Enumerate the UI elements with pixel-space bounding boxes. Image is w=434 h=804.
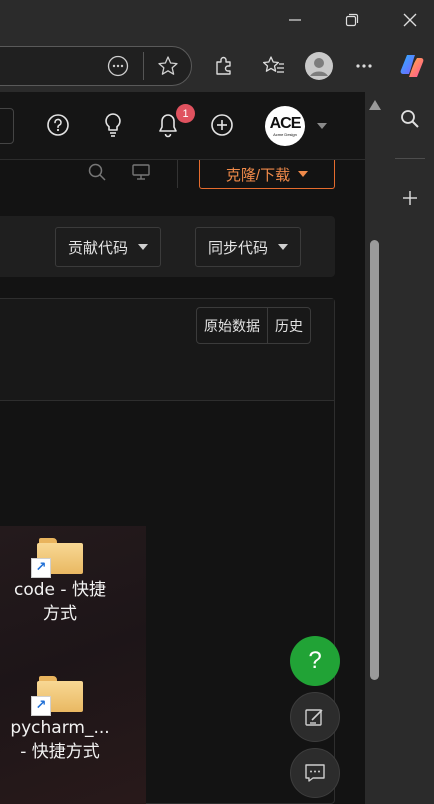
chat-icon	[305, 764, 325, 782]
file-viewer-header: 原始数据 历史	[0, 299, 334, 401]
help-fab-button[interactable]: ?	[290, 636, 340, 686]
favorites-icon[interactable]	[257, 49, 291, 83]
profile-icon[interactable]	[302, 49, 336, 83]
site-search-input[interactable]	[0, 108, 14, 144]
desktop-shortcut-pycharm: ↗ pycharm_... - 快捷方式	[0, 676, 120, 764]
browser-toolbar	[0, 40, 434, 92]
scrollbar-thumb[interactable]	[370, 240, 379, 680]
desktop-screenshot-image: ↗ code - 快捷 方式 ↗ pycharm_... - 快捷方式	[0, 526, 146, 804]
shortcut-label-line2: 方式	[43, 604, 77, 624]
chevron-down-icon	[278, 244, 289, 250]
add-icon[interactable]	[207, 110, 237, 140]
sync-code-button[interactable]: 同步代码	[195, 227, 302, 267]
help-icon[interactable]	[43, 110, 73, 140]
monitor-icon[interactable]	[131, 163, 151, 185]
minimize-icon[interactable]	[282, 8, 308, 32]
sync-code-label: 同步代码	[208, 239, 269, 257]
chevron-down-icon	[138, 244, 149, 250]
desktop-shortcut-code: ↗ code - 快捷 方式	[0, 538, 120, 626]
browser-sidebar	[385, 92, 434, 804]
folder-icon: ↗	[31, 676, 83, 716]
sidebar-divider	[395, 158, 425, 159]
copilot-icon[interactable]	[395, 49, 429, 83]
avatar-subtext: Acme Design	[273, 131, 297, 137]
close-icon[interactable]	[397, 8, 423, 32]
edit-icon	[305, 709, 323, 726]
address-bar[interactable]	[0, 46, 192, 86]
avatar-logo: ACE	[269, 114, 302, 132]
favorite-star-icon[interactable]	[151, 49, 185, 83]
divider	[177, 160, 178, 188]
sidebar-search-icon[interactable]	[399, 108, 421, 134]
feedback-edit-button[interactable]	[290, 692, 340, 742]
repo-action-panel: 贡献代码 同步代码	[0, 216, 335, 277]
clone-download-button[interactable]: 克隆/下载	[199, 160, 335, 189]
page-scrollbar[interactable]	[365, 92, 385, 804]
shortcut-label-line1: code - 快捷	[14, 580, 106, 600]
chat-button[interactable]	[290, 748, 340, 798]
browser-titlebar	[0, 0, 434, 40]
chevron-down-icon[interactable]	[317, 123, 327, 129]
toolbar-separator	[143, 52, 144, 80]
shortcut-arrow-icon: ↗	[31, 696, 51, 716]
folder-icon: ↗	[31, 538, 83, 578]
history-button[interactable]: 历史	[267, 308, 310, 343]
menu-more-icon[interactable]	[347, 49, 381, 83]
raw-data-button[interactable]: 原始数据	[197, 308, 267, 343]
chevron-down-icon	[298, 171, 309, 177]
shortcut-label-line1: pycharm_...	[10, 718, 110, 738]
user-avatar[interactable]: ACE Acme Design	[265, 106, 305, 146]
shortcut-label-line2: - 快捷方式	[20, 742, 100, 762]
search-icon[interactable]	[87, 162, 107, 186]
sidebar-add-icon[interactable]	[400, 188, 420, 212]
more-dots-icon[interactable]	[101, 49, 135, 83]
shortcut-arrow-icon: ↗	[31, 558, 51, 578]
contribute-code-label: 贡献代码	[68, 239, 129, 257]
notification-badge: 1	[176, 104, 195, 123]
repo-bar: 克隆/下载	[0, 160, 365, 204]
clone-download-label: 克隆/下载	[225, 166, 291, 184]
scroll-up-icon[interactable]	[369, 100, 381, 110]
site-header: 1 ACE Acme Design	[0, 92, 365, 160]
file-view-button-group: 原始数据 历史	[196, 307, 311, 344]
extensions-icon[interactable]	[207, 49, 241, 83]
lightbulb-icon[interactable]	[98, 110, 128, 140]
restore-icon[interactable]	[339, 8, 365, 32]
contribute-code-button[interactable]: 贡献代码	[55, 227, 162, 267]
